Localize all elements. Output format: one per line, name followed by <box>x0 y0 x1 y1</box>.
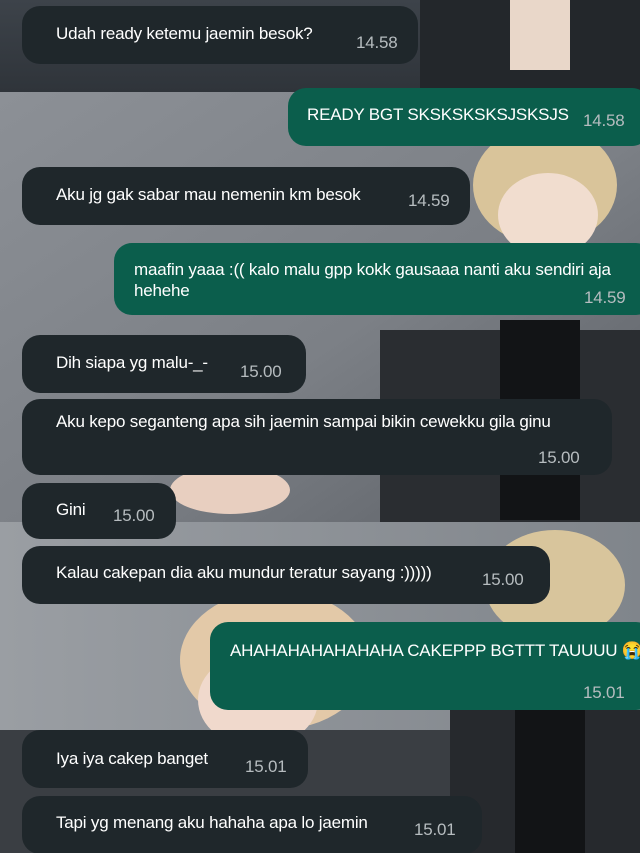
message-text: Udah ready ketemu jaemin besok? <box>56 24 313 43</box>
message-bubble-incoming[interactable]: Aku jg gak sabar mau nemenin km besok 14… <box>22 167 470 225</box>
message-time: 15.00 <box>482 570 524 589</box>
message-text: READY BGT SKSKSKSKSJSKSJS <box>307 105 569 124</box>
message-bubble-outgoing[interactable]: maafin yaaa :(( kalo malu gpp kokk gausa… <box>114 243 640 315</box>
message-bubble-incoming[interactable]: Aku kepo seganteng apa sih jaemin sampai… <box>22 399 612 475</box>
message-time: 15.01 <box>583 683 625 702</box>
message-text: Gini <box>56 500 86 519</box>
message-text: Tapi yg menang aku hahaha apa lo jaemin <box>56 813 368 832</box>
message-text: maafin yaaa :(( kalo malu gpp kokk gausa… <box>134 260 611 300</box>
message-text: AHAHAHAHAHAHAHA CAKEPPP BGTTT TAUUUU 😭 <box>230 641 640 660</box>
message-text: Aku kepo seganteng apa sih jaemin sampai… <box>56 412 551 431</box>
message-bubble-outgoing[interactable]: AHAHAHAHAHAHAHA CAKEPPP BGTTT TAUUUU 😭 1… <box>210 622 640 710</box>
message-text: Aku jg gak sabar mau nemenin km besok <box>56 185 361 204</box>
message-bubble-incoming[interactable]: Tapi yg menang aku hahaha apa lo jaemin … <box>22 796 482 853</box>
message-time: 15.00 <box>240 362 282 381</box>
message-bubble-incoming[interactable]: Iya iya cakep banget 15.01 <box>22 730 308 788</box>
message-bubble-incoming[interactable]: Gini 15.00 <box>22 483 176 539</box>
message-bubble-incoming[interactable]: Dih siapa yg malu-_- 15.00 <box>22 335 306 393</box>
message-text: Dih siapa yg malu-_- <box>56 353 208 372</box>
message-time: 15.01 <box>245 757 287 776</box>
message-text: Iya iya cakep banget <box>56 749 208 768</box>
message-time: 15.00 <box>538 448 580 467</box>
message-time: 14.59 <box>408 191 450 210</box>
message-text: Kalau cakepan dia aku mundur teratur say… <box>56 563 432 582</box>
message-bubble-incoming[interactable]: Kalau cakepan dia aku mundur teratur say… <box>22 546 550 604</box>
message-time: 15.00 <box>113 506 155 525</box>
message-time: 14.59 <box>584 288 626 307</box>
message-time: 15.01 <box>414 820 456 839</box>
message-bubble-outgoing[interactable]: READY BGT SKSKSKSKSJSKSJS 14.58 <box>288 88 640 146</box>
message-time: 14.58 <box>583 111 625 130</box>
chat-conversation: Udah ready ketemu jaemin besok? 14.58 RE… <box>0 0 640 853</box>
message-bubble-incoming[interactable]: Udah ready ketemu jaemin besok? 14.58 <box>22 6 418 64</box>
message-time: 14.58 <box>356 33 398 52</box>
